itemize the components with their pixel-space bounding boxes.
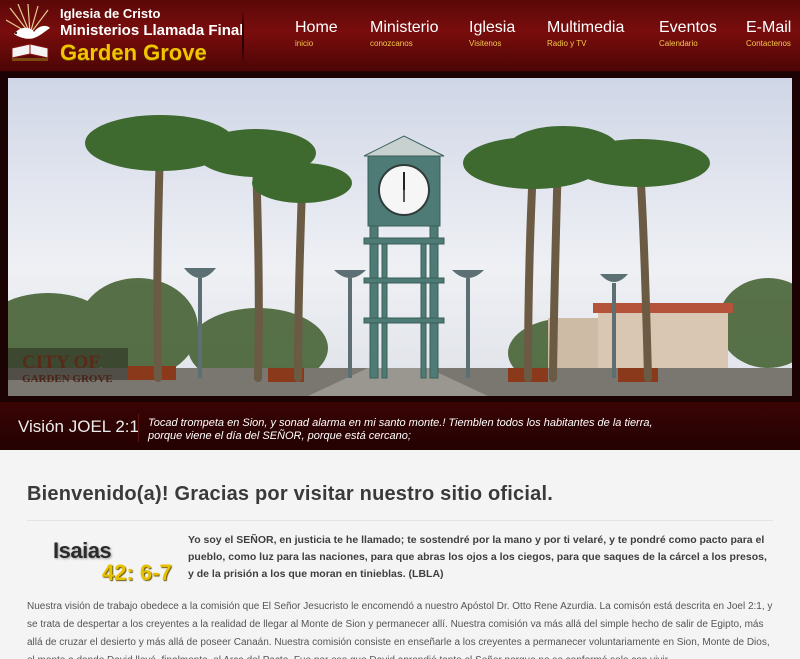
vision-divider [138, 414, 139, 442]
hero-frame: CITY OF GARDEN GROVE [0, 72, 800, 402]
nav-label: Ministerio [370, 19, 439, 36]
nav-sublabel: conozcanos [370, 39, 413, 48]
nav-sublabel: Contactenos [746, 39, 791, 48]
vision-paragraph: Nuestra visión de trabajo obedece a la c… [27, 601, 773, 659]
verse-reference: 42: 6-7 [102, 560, 172, 585]
city-sign-line-2: GARDEN GROVE [22, 373, 113, 385]
nav-item-ministerio[interactable]: Ministerio conozcanos [370, 18, 438, 50]
nav-label: Home [295, 19, 338, 36]
nav-item-home[interactable]: Home inicio [295, 18, 338, 50]
hero-image: CITY OF GARDEN GROVE [8, 78, 792, 396]
site-header: Iglesia de Cristo Ministerios Llamada Fi… [0, 0, 800, 72]
nav-item-multimedia[interactable]: Multimedia Radio y TV [547, 18, 624, 50]
nav-label: Multimedia [547, 19, 625, 36]
nav-sublabel: inicio [295, 39, 314, 48]
vision-verse-line-1: Tocad trompeta en Sion, y sonad alarma e… [148, 417, 653, 429]
content-divider [27, 520, 773, 521]
nav-sublabel: Calendario [659, 39, 698, 48]
nav-sublabel: Visitenos [469, 39, 502, 48]
nav-item-eventos[interactable]: Eventos Calendario [659, 18, 717, 50]
verse-graphic: Isaias 42: 6-7 [50, 538, 180, 588]
nav-label: E-Mail [746, 19, 792, 36]
nav-sublabel: Radio y TV [547, 39, 587, 48]
nav-item-email[interactable]: E-Mail Contactenos [746, 18, 791, 50]
welcome-heading: Bienvenido(a)! Gracias por visitar nuest… [27, 483, 553, 505]
main-nav: Home inicio Ministerio conozcanos Iglesi… [0, 18, 800, 58]
scripture-quote: Yo soy el SEÑOR, en justicia te he llama… [188, 534, 767, 580]
city-sign-line-1: CITY OF [22, 352, 100, 373]
nav-item-iglesia[interactable]: Iglesia Visitenos [469, 18, 515, 50]
nav-label: Eventos [659, 19, 717, 36]
main-content: Bienvenido(a)! Gracias por visitar nuest… [0, 450, 800, 659]
vision-verse: Tocad trompeta en Sion, y sonad alarma e… [148, 417, 788, 443]
nav-label: Iglesia [469, 19, 516, 36]
vision-title: Visión JOEL 2:1 [18, 417, 139, 436]
vision-bar: Visión JOEL 2:1 Tocad trompeta en Sion, … [0, 402, 800, 450]
garden-grove-clock-tower-photo: CITY OF GARDEN GROVE [8, 115, 792, 396]
vision-verse-line-2: porque viene el día del SEÑOR, porque es… [148, 430, 411, 442]
